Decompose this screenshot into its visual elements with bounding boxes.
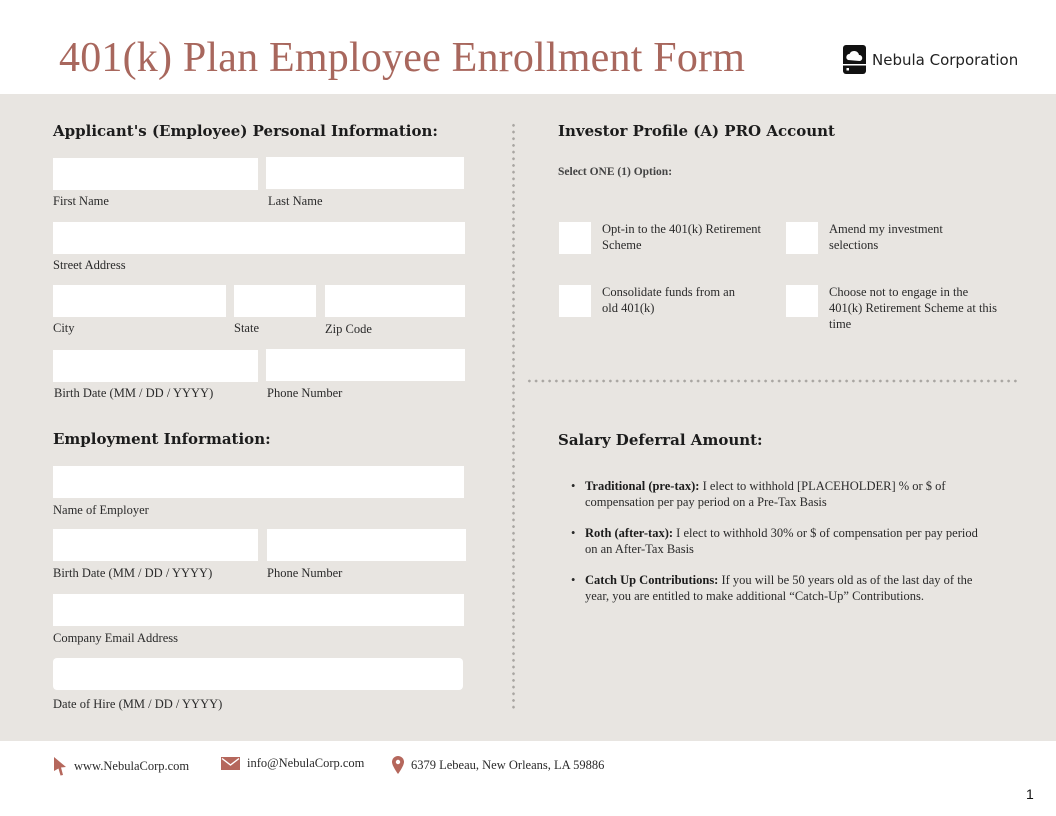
bullet-icon: • — [571, 573, 576, 587]
amend-selections-label: Amend my investment selections — [829, 222, 943, 252]
page-title: 401(k) Plan Employee Enrollment Form — [59, 35, 746, 81]
state-input[interactable] — [234, 285, 316, 317]
catch-up-title: Catch Up Contributions: — [585, 573, 719, 587]
date-of-hire-label: Date of Hire (MM / DD / YYYY) — [53, 697, 223, 711]
header: 401(k) Plan Employee Enrollment Form Neb… — [0, 0, 1056, 94]
list-item: • Catch Up Contributions: If you will be… — [571, 572, 991, 604]
select-option-instruction: Select ONE (1) Option: — [558, 166, 673, 178]
date-of-hire-input[interactable] — [53, 658, 463, 690]
birth-date-label: Birth Date (MM / DD / YYYY) — [54, 386, 214, 400]
employment-birth-date-input[interactable] — [53, 529, 258, 561]
opt-in-label: Opt-in to the 401(k) Retirement Scheme — [602, 222, 761, 252]
cursor-icon — [54, 757, 66, 776]
opt-out-label: Choose not to engage in the 401(k) Retir… — [829, 285, 998, 331]
last-name-input[interactable] — [266, 157, 464, 189]
city-label: City — [53, 321, 75, 335]
consolidate-funds-checkbox[interactable] — [559, 285, 591, 317]
website-link[interactable]: www.NebulaCorp.com — [74, 759, 189, 774]
footer-email[interactable]: info@NebulaCorp.com — [221, 756, 364, 771]
company-email-label: Company Email Address — [53, 631, 178, 645]
phone-number-label: Phone Number — [267, 386, 343, 400]
salary-deferral-list: • Traditional (pre-tax): I elect to with… — [571, 478, 991, 619]
bullet-icon: • — [571, 479, 576, 493]
city-input[interactable] — [53, 285, 226, 317]
envelope-icon — [221, 757, 240, 770]
last-name-label: Last Name — [268, 194, 323, 208]
employer-name-input[interactable] — [53, 466, 464, 498]
list-item: • Roth (after-tax): I elect to withhold … — [571, 525, 991, 557]
personal-info-heading: Applicant's (Employee) Personal Informat… — [53, 122, 438, 140]
horizontal-divider — [526, 379, 1020, 383]
vertical-divider — [512, 122, 515, 712]
opt-out-checkbox[interactable] — [786, 285, 818, 317]
footer-address: 6379 Lebeau, New Orleans, LA 59886 — [392, 756, 604, 774]
opt-in-checkbox[interactable] — [559, 222, 591, 254]
employment-phone-number-label: Phone Number — [267, 566, 343, 580]
birth-date-input[interactable] — [53, 350, 258, 382]
brand-name: Nebula Corporation — [872, 50, 1019, 69]
first-name-input[interactable] — [53, 158, 258, 190]
amend-selections-checkbox[interactable] — [786, 222, 818, 254]
employer-name-label: Name of Employer — [53, 503, 149, 517]
traditional-title: Traditional (pre-tax): — [585, 479, 700, 493]
employment-info-heading: Employment Information: — [53, 430, 271, 448]
email-link[interactable]: info@NebulaCorp.com — [247, 756, 364, 771]
zip-code-label: Zip Code — [325, 322, 372, 336]
zip-code-input[interactable] — [325, 285, 465, 317]
phone-number-input[interactable] — [266, 349, 465, 381]
location-pin-icon — [392, 756, 404, 774]
street-address-input[interactable] — [53, 222, 465, 254]
bullet-icon: • — [571, 526, 576, 540]
investor-profile-heading: Investor Profile (A) PRO Account — [558, 122, 835, 140]
state-label: State — [234, 321, 259, 335]
consolidate-funds-label: Consolidate funds from an old 401(k) — [602, 285, 735, 315]
footer-website[interactable]: www.NebulaCorp.com — [53, 756, 189, 776]
roth-title: Roth (after-tax): — [585, 526, 674, 540]
salary-deferral-heading: Salary Deferral Amount: — [558, 431, 763, 449]
footer: www.NebulaCorp.com info@NebulaCorp.com 6… — [0, 741, 1056, 816]
employment-phone-number-input[interactable] — [267, 529, 466, 561]
cloud-server-icon — [843, 45, 866, 74]
street-address-label: Street Address — [53, 258, 126, 272]
address-text: 6379 Lebeau, New Orleans, LA 59886 — [411, 757, 605, 772]
brand: Nebula Corporation — [843, 45, 1018, 74]
list-item: • Traditional (pre-tax): I elect to with… — [571, 478, 991, 510]
employment-birth-date-label: Birth Date (MM / DD / YYYY) — [53, 566, 213, 580]
first-name-label: First Name — [53, 194, 109, 208]
page-number: 1 — [1026, 786, 1034, 802]
company-email-input[interactable] — [53, 594, 464, 626]
